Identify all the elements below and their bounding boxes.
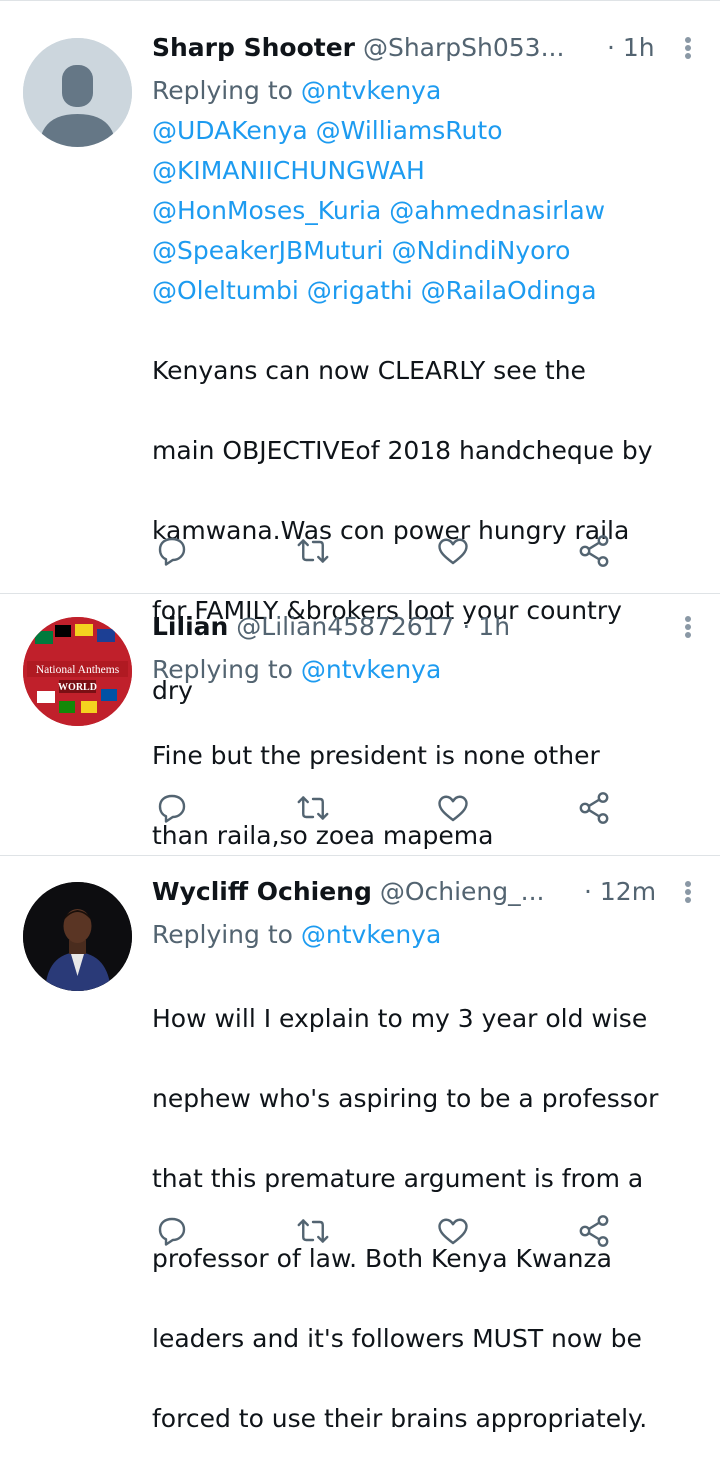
user-name[interactable]: Sharp Shooter [152, 33, 355, 62]
more-options-icon[interactable] [676, 31, 700, 65]
user-name[interactable]: Wycliff Ochieng [152, 877, 372, 906]
replying-handle-link[interactable]: @ntvkenya [301, 920, 441, 949]
tweet-header: Sharp Shooter @SharpSh053... · 1h [152, 31, 700, 65]
tweet-time[interactable]: · 12m [584, 875, 656, 909]
default-avatar-icon [23, 38, 132, 147]
user-photo-icon [23, 882, 132, 991]
like-icon[interactable] [435, 533, 475, 573]
text-line: nephew who's aspiring to be a professor [152, 1084, 659, 1113]
user-handle[interactable]: @Lilian45872617 [236, 612, 454, 641]
more-options-icon[interactable] [676, 610, 700, 644]
tweet-header: Wycliff Ochieng @Ochieng_... · 12m [152, 875, 700, 909]
text-line: Fine but the president is none other [152, 741, 600, 770]
tweet-header: Lilian @Lilian45872617 · 1h [152, 610, 700, 644]
tweet-lilian[interactable]: National Anthems WORLD Lilian @Lilian458… [0, 594, 720, 856]
text-line: that this premature argument is from a [152, 1164, 644, 1193]
text-line: Kenyans can now CLEARLY see the [152, 356, 586, 385]
reply-icon[interactable] [154, 1213, 194, 1253]
retweet-icon[interactable] [295, 790, 335, 830]
replying-handle-link[interactable]: @ntvkenya [301, 76, 441, 105]
user-photo-avatar[interactable] [23, 882, 132, 991]
text-line: How will I explain to my 3 year old wise [152, 1004, 648, 1033]
text-line: forced to use their brains appropriately… [152, 1404, 648, 1433]
reply-icon[interactable] [154, 533, 194, 573]
tweet-actions [152, 790, 632, 830]
replying-handle-link[interactable]: @ntvkenya [301, 655, 441, 684]
share-icon[interactable] [576, 790, 616, 830]
replying-label: Replying to [152, 655, 293, 684]
share-icon[interactable] [576, 1213, 616, 1253]
reply-icon[interactable] [154, 790, 194, 830]
share-icon[interactable] [576, 533, 616, 573]
mention-line[interactable]: @Oleltumbi @rigathi @RailaOdinga [152, 271, 700, 311]
tweet-wycliff-ochieng[interactable]: Wycliff Ochieng @Ochieng_... · 12m Reply… [0, 856, 720, 1433]
replying-label: Replying to [152, 76, 293, 105]
mention-line[interactable]: @KIMANIICHUNGWAH [152, 151, 700, 191]
like-icon[interactable] [435, 790, 475, 830]
tweet-time[interactable]: · 1h [607, 31, 655, 65]
logo-text: National Anthems [36, 664, 120, 676]
tweet-sharp-shooter[interactable]: Sharp Shooter @SharpSh053... · 1h Replyi… [0, 0, 720, 705]
user-handle[interactable]: @Ochieng_... [380, 877, 545, 906]
tweet-actions [152, 1213, 632, 1253]
replying-label: Replying to [152, 920, 293, 949]
tweet-actions [152, 533, 632, 573]
text-line: leaders and it's followers MUST now be [152, 1324, 642, 1353]
user-name[interactable]: Lilian [152, 612, 228, 641]
more-options-icon[interactable] [676, 875, 700, 909]
replying-to: Replying to @ntvkenya [152, 915, 700, 955]
replying-to: Replying to @ntvkenya [152, 650, 700, 690]
default-avatar[interactable] [23, 38, 132, 147]
mention-line[interactable]: @SpeakerJBMuturi @NdindiNyoro [152, 231, 700, 271]
retweet-icon[interactable] [295, 533, 335, 573]
mention-line[interactable]: @HonMoses_Kuria @ahmednasirlaw [152, 191, 700, 231]
retweet-icon[interactable] [295, 1213, 335, 1253]
user-handle[interactable]: @SharpSh053... [363, 33, 564, 62]
tweet-time[interactable]: · 1h [462, 612, 510, 641]
mentions: @UDAKenya @WilliamsRuto @KIMANIICHUNGWAH… [152, 111, 700, 311]
national-anthems-avatar[interactable]: National Anthems WORLD [23, 617, 132, 726]
text-line: main OBJECTIVEof 2018 handcheque by [152, 436, 653, 465]
logo-text: WORLD [58, 682, 97, 693]
like-icon[interactable] [435, 1213, 475, 1253]
replying-to: Replying to @ntvkenya [152, 71, 700, 111]
mention-line[interactable]: @UDAKenya @WilliamsRuto [152, 111, 700, 151]
national-anthems-logo-icon: National Anthems WORLD [23, 617, 132, 726]
